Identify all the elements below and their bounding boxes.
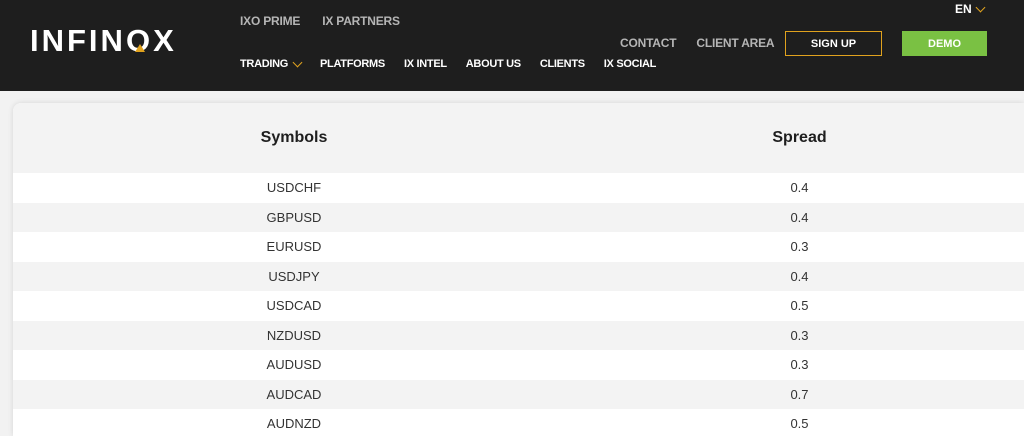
logo-triangle-icon [134,43,145,52]
right-links: CONTACT CLIENT AREA [620,36,775,50]
table-body: USDCHF 0.4 GBPUSD 0.4 EURUSD 0.3 USDJPY 0.4 … [13,173,1024,436]
nav-about-us[interactable]: ABOUT US [466,58,521,70]
table-row: GBPUSD 0.4 [13,202,1024,232]
table-row: AUDUSD 0.3 [13,350,1024,380]
spread-cell: 0.3 [790,239,809,255]
symbol-cell: AUDUSD [266,357,322,373]
nav-ix-social[interactable]: IX SOCIAL [604,58,657,70]
symbol-cell: USDJPY [268,268,320,284]
nav-ix-intel[interactable]: IX INTEL [404,58,447,70]
logo-text-suffix: X [153,22,177,58]
spread-cell: 0.5 [790,416,809,432]
link-contact[interactable]: CONTACT [620,36,677,50]
spread-cell: 0.4 [790,268,809,284]
table-row: USDJPY 0.4 [13,261,1024,291]
nav-trading[interactable]: TRADING [240,57,303,70]
symbol-cell: AUDNZD [266,416,322,432]
column-header-spread: Spread [772,129,827,146]
table-row: USDCHF 0.4 [13,173,1024,203]
infinox-logo[interactable]: INFIN O X [30,22,177,58]
logo-o: O [126,25,153,56]
table-header: Symbols Spread [13,103,1024,173]
spread-table: Symbols Spread USDCHF 0.4 GBPUSD 0.4 EURUS… [13,103,1024,436]
table-row: USDCAD 0.5 [13,291,1024,321]
table-row: AUDCAD 0.7 [13,379,1024,409]
spread-cell: 0.4 [790,209,809,225]
demo-button[interactable]: DEMO [902,31,987,56]
spread-cell: 0.3 [790,357,809,373]
column-header-symbols: Symbols [260,129,328,146]
logo-text-o: O [125,22,154,58]
top-links: IXO PRIME IX PARTNERS [240,14,400,28]
nav-clients[interactable]: CLIENTS [540,58,585,70]
table-row: NZDUSD 0.3 [13,320,1024,350]
spread-cell: 0.4 [790,180,809,196]
spread-cell: 0.3 [790,327,809,343]
symbol-cell: GBPUSD [266,209,322,225]
language-label: EN [955,2,972,16]
nav-platforms[interactable]: PLATFORMS [320,58,385,70]
symbol-cell: USDCAD [266,298,322,314]
top-navbar: INFIN O X IXO PRIME IX PARTNERS TRADING PL… [0,0,1024,91]
spread-cell: 0.7 [790,386,809,402]
signup-button[interactable]: SIGN UP [785,31,882,56]
table-row: AUDNZD 0.5 [13,409,1024,436]
chevron-down-icon [975,2,986,12]
link-ix-partners[interactable]: IX PARTNERS [322,14,400,28]
symbol-cell: USDCHF [266,180,322,196]
main-nav: TRADING PLATFORMS IX INTEL ABOUT US CLIE… [240,57,657,70]
link-ixo-prime[interactable]: IXO PRIME [240,14,300,28]
chevron-down-icon [292,57,303,67]
symbol-cell: AUDCAD [266,386,322,402]
language-selector[interactable]: EN [955,2,986,16]
symbol-cell: EURUSD [266,239,322,255]
spread-cell: 0.5 [790,298,809,314]
link-client-area[interactable]: CLIENT AREA [696,36,774,50]
logo-text-prefix: INFIN [30,22,126,58]
table-row: EURUSD 0.3 [13,232,1024,262]
symbol-cell: NZDUSD [266,327,322,343]
nav-trading-label: TRADING [240,58,289,70]
